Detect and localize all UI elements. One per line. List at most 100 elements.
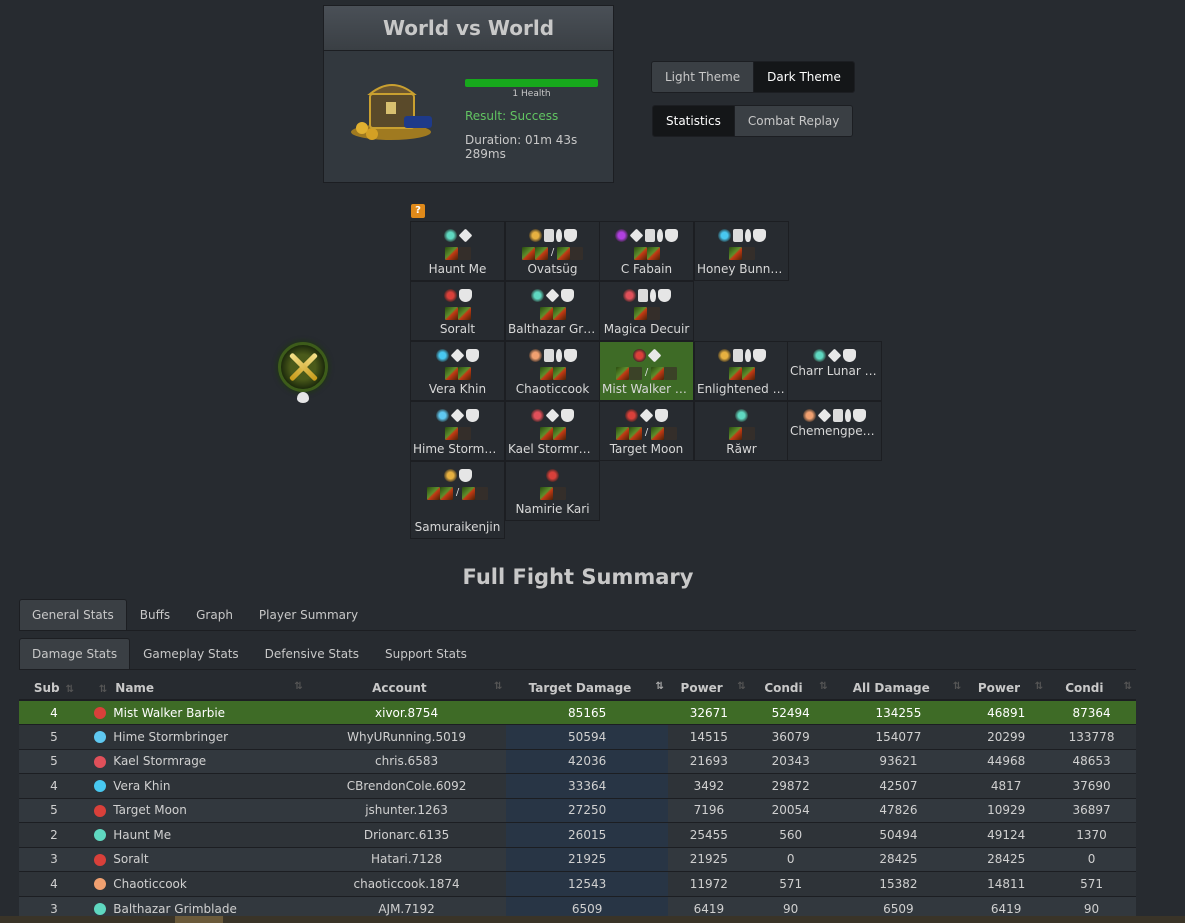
cell-account: Drionarc.6135 [306, 822, 507, 847]
cell-all-condi: 87364 [1047, 699, 1136, 725]
tab-defensive-stats[interactable]: Defensive Stats [252, 638, 372, 669]
profession-icon [94, 903, 107, 915]
table-row[interactable]: 2 Haunt Me Drionarc.6135 26015 25455 560 50494… [19, 822, 1136, 847]
pin-icon [744, 349, 751, 362]
col-header-account[interactable]: Account ⇅ [306, 676, 507, 701]
weapon-icon [552, 367, 566, 380]
help-icon[interactable]: ? [411, 204, 425, 218]
hourglass-icon [732, 229, 743, 242]
commander-icon [450, 408, 465, 423]
cell-target-damage: 12543 [506, 871, 668, 896]
col-header-target-power[interactable]: Power ⇅ [667, 676, 750, 701]
col-header-all-condi[interactable]: Condi ⇅ [1047, 676, 1136, 701]
weapon-icon [633, 307, 647, 320]
weapon-icon [628, 367, 642, 380]
table-row[interactable]: 5 Hime Stormbringer WhyURunning.5019 50594 1… [19, 724, 1136, 749]
tab-general-stats[interactable]: General Stats [19, 599, 127, 630]
profession-icon [531, 409, 544, 422]
combat-replay-button[interactable]: Combat Replay [734, 106, 853, 136]
member-icons [600, 289, 693, 303]
shield-icon [561, 289, 574, 302]
cell-all-condi: 0 [1047, 846, 1136, 872]
col-header-all-damage[interactable]: All Damage ⇅ [831, 676, 966, 701]
profession-icon [625, 409, 638, 422]
squad-member-cell[interactable]: Chemengpengo [787, 401, 882, 461]
member-name: Enlightened E... [697, 382, 786, 396]
table-row[interactable]: 3 Soralt Hatari.7128 21925 21925 0 28425 28425 0 [19, 846, 1136, 872]
squad-member-cell[interactable]: Haunt Me [410, 221, 505, 281]
cell-all-damage: 134255 [831, 699, 966, 725]
squad-member-cell[interactable]: / Target Moon [599, 401, 694, 461]
tab-support-stats[interactable]: Support Stats [372, 638, 480, 669]
weapon-icon [457, 367, 471, 380]
squad-member-cell[interactable]: Kael Stormrage [505, 401, 600, 461]
squad-member-cell[interactable]: Balthazar Grim... [505, 281, 600, 341]
profession-icon [546, 469, 559, 482]
profession-icon [94, 878, 107, 891]
squad-member-cell[interactable]: / Samuraikenjin [410, 461, 505, 539]
squad-member-cell[interactable]: Namirie Kari [505, 461, 600, 521]
member-icons [600, 228, 693, 243]
cell-target-damage: 50594 [506, 724, 668, 749]
scrollbar-thumb[interactable] [175, 916, 223, 923]
weapon-icons [506, 487, 599, 501]
weapon-icon [539, 427, 553, 440]
profession-icon [813, 349, 826, 362]
cell-power: 21693 [667, 748, 750, 774]
squad-member-cell[interactable]: Chaoticcook [505, 341, 600, 401]
tab-buffs[interactable]: Buffs [127, 599, 183, 630]
squad-member-cell[interactable]: Soralt [410, 281, 505, 341]
tab-graph[interactable]: Graph [183, 599, 246, 630]
statistics-button[interactable]: Statistics [653, 106, 735, 136]
squad-member-cell[interactable]: Hime Stormbri... [410, 401, 505, 461]
table-row[interactable]: 4 Mist Walker Barbie xivor.8754 85165 32671 5… [19, 699, 1136, 725]
squad-member-cell[interactable]: Vera Khin [410, 341, 505, 401]
table-row[interactable]: 5 Target Moon jshunter.1263 27250 7196 20054 4… [19, 797, 1136, 823]
weapon-icon [462, 487, 476, 500]
dark-theme-button[interactable]: Dark Theme [754, 62, 854, 92]
table-row[interactable]: 4 Chaoticcook chaoticcook.1874 12543 11972 57… [19, 871, 1136, 896]
squad-member-cell[interactable]: Enlightened E... [694, 341, 789, 401]
col-header-name[interactable]: Name ⇅ [111, 676, 307, 701]
cell-all-condi: 48653 [1047, 748, 1136, 774]
col-header-sub[interactable]: Sub ⇅ [19, 676, 89, 701]
weapon-icon [521, 247, 535, 260]
profession-icon [94, 804, 107, 817]
weapon-icon [557, 247, 571, 260]
squad-member-cell[interactable]: Honey Bunny ... [694, 221, 789, 281]
cell-sub: 3 [19, 846, 89, 872]
squad-member-cell[interactable]: Charr Lunar Cub [787, 341, 882, 401]
col-header-profession[interactable]: ⇅ [88, 676, 112, 701]
squad-member-cell[interactable]: / Mist Walker B... [599, 341, 694, 401]
tab-damage-stats[interactable]: Damage Stats [19, 638, 131, 669]
weapon-icon [552, 307, 566, 320]
cell-all-power: 10929 [965, 797, 1048, 823]
profession-icon [94, 755, 107, 768]
squad-member-cell[interactable]: Răwr [694, 401, 789, 461]
squad-member-cell[interactable]: C Fabain [599, 221, 694, 281]
commander-icon [817, 408, 832, 423]
member-icons [411, 228, 504, 243]
col-header-target-condi[interactable]: Condi ⇅ [749, 676, 832, 701]
member-name: Chaoticcook [515, 382, 590, 396]
col-header-all-power[interactable]: Power ⇅ [965, 676, 1048, 701]
tab-gameplay-stats[interactable]: Gameplay Stats [130, 638, 252, 669]
weapon-icons [695, 247, 788, 261]
light-theme-button[interactable]: Light Theme [652, 62, 755, 92]
shield-icon [563, 349, 577, 362]
profession-icon [803, 409, 816, 422]
col-header-target-damage[interactable]: Target Damage ⇅ [506, 676, 668, 701]
table-row[interactable]: 5 Kael Stormrage chris.6583 42036 21693 20343… [19, 748, 1136, 774]
shield-icon [752, 229, 766, 242]
shield-icon [563, 229, 577, 242]
table-row[interactable]: 4 Vera Khin CBrendonCole.6092 33364 3492 2987… [19, 773, 1136, 798]
member-icons [411, 469, 504, 483]
tab-player-summary[interactable]: Player Summary [246, 599, 371, 630]
member-name: Namirie Kari [515, 502, 590, 516]
weapon-icon [534, 247, 548, 260]
profession-icon [717, 229, 731, 242]
shield-icon [853, 409, 866, 422]
squad-member-cell[interactable]: Magica Decuir [599, 281, 694, 341]
squad-member-cell[interactable]: / Ovatsüg [505, 221, 600, 281]
weapon-icons [695, 427, 788, 441]
